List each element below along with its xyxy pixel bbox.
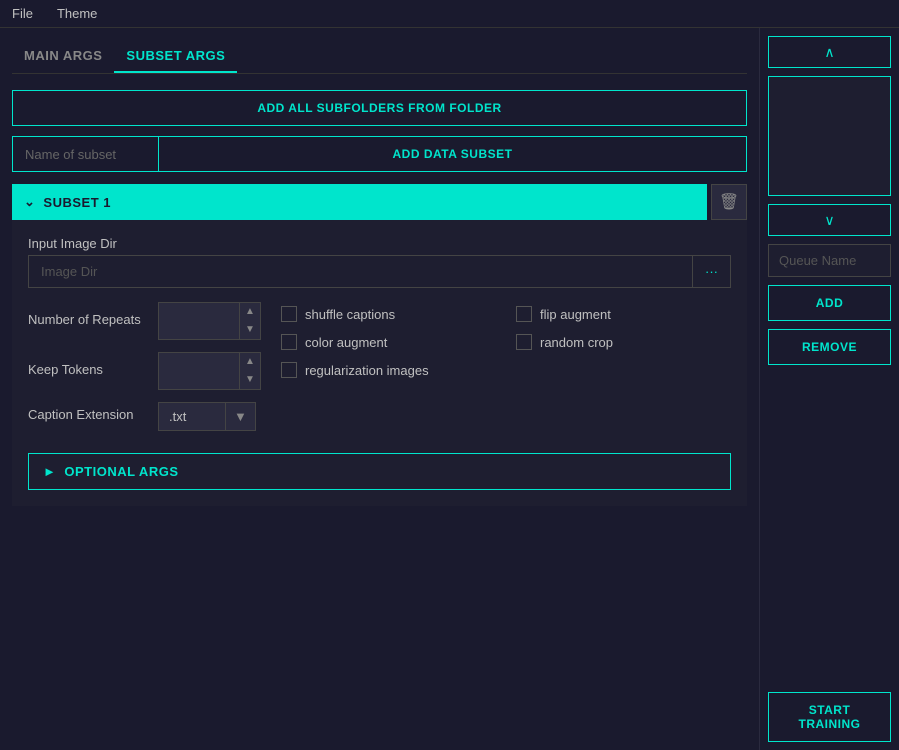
repeats-label: Number of Repeats	[28, 312, 148, 327]
image-dir-field-row: ···	[28, 255, 731, 288]
shuffle-captions-checkbox[interactable]: shuffle captions	[281, 306, 496, 322]
start-training-button[interactable]: START TRAINING	[768, 692, 891, 742]
subset1-body: Input Image Dir ··· Number of Repeats	[12, 220, 747, 506]
random-crop-checkbox[interactable]: random crop	[516, 334, 731, 350]
add-data-subset-button[interactable]: ADD DATA SUBSET	[158, 137, 746, 171]
subset1-container: ⌄ SUBSET 1 🗑 Input Image Dir ···	[12, 184, 747, 506]
spacer	[768, 373, 891, 684]
subset1-chevron-icon: ⌄	[24, 194, 35, 210]
menu-bar: File Theme	[0, 0, 899, 28]
select-arrow-icon: ▼	[225, 403, 255, 430]
trash-icon: 🗑	[719, 192, 739, 212]
repeats-input[interactable]: 1	[159, 303, 239, 339]
keep-tokens-row: Keep Tokens 0 ▲ ▼	[28, 352, 261, 390]
keep-tokens-label: Keep Tokens	[28, 362, 148, 377]
repeats-down-button[interactable]: ▼	[240, 321, 260, 339]
image-dir-row: Input Image Dir ···	[28, 236, 731, 288]
keep-tokens-input[interactable]: 0	[159, 353, 239, 389]
random-crop-box[interactable]	[516, 334, 532, 350]
left-panel: MAIN ARGS SUBSET ARGS ADD ALL SUBFOLDERS…	[0, 28, 759, 750]
right-panel-inner: ∧ ∨ ADD REMOVE START TRAINING	[768, 36, 891, 742]
shuffle-captions-box[interactable]	[281, 306, 297, 322]
fields-left: Number of Repeats 1 ▲ ▼ Keep T	[28, 302, 261, 443]
add-queue-button[interactable]: ADD	[768, 285, 891, 321]
collapse-button[interactable]: ∧	[768, 36, 891, 68]
regularization-images-checkbox[interactable]: regularization images	[281, 362, 496, 378]
repeats-spinners: ▲ ▼	[239, 303, 260, 339]
tab-subset-args[interactable]: SUBSET ARGS	[114, 40, 237, 73]
caption-ext-select-wrapper: .txt .caption ▼	[158, 402, 256, 431]
color-augment-checkbox[interactable]: color augment	[281, 334, 496, 350]
browse-button[interactable]: ···	[692, 256, 730, 287]
add-subset-row: ADD DATA SUBSET	[12, 136, 747, 172]
caption-ext-label: Caption Extension	[28, 407, 148, 422]
shuffle-captions-label: shuffle captions	[305, 307, 395, 322]
subset1-delete-button[interactable]: 🗑	[711, 184, 747, 220]
keep-tokens-spinners: ▲ ▼	[239, 353, 260, 389]
keep-tokens-down-button[interactable]: ▼	[240, 371, 260, 389]
tabs-container: MAIN ARGS SUBSET ARGS	[12, 40, 747, 74]
keep-tokens-input-wrapper: 0 ▲ ▼	[158, 352, 261, 390]
optional-args-label: OPTIONAL ARGS	[64, 464, 178, 479]
repeats-input-wrapper: 1 ▲ ▼	[158, 302, 261, 340]
top-scroll-panel[interactable]	[768, 76, 891, 196]
repeats-up-button[interactable]: ▲	[240, 303, 260, 321]
image-dir-label: Input Image Dir	[28, 236, 731, 251]
color-augment-label: color augment	[305, 335, 387, 350]
random-crop-label: random crop	[540, 335, 613, 350]
subset1-label: SUBSET 1	[43, 195, 111, 210]
file-menu[interactable]: File	[8, 4, 37, 23]
caption-ext-select[interactable]: .txt .caption	[159, 403, 225, 430]
subset1-header-left: ⌄ SUBSET 1	[24, 194, 111, 210]
repeats-row: Number of Repeats 1 ▲ ▼	[28, 302, 261, 340]
main-layout: MAIN ARGS SUBSET ARGS ADD ALL SUBFOLDERS…	[0, 28, 899, 750]
expand-icon: ∨	[824, 212, 834, 229]
right-panel: ∧ ∨ ADD REMOVE START TRAINING	[759, 28, 899, 750]
queue-name-input[interactable]	[768, 244, 891, 277]
keep-tokens-up-button[interactable]: ▲	[240, 353, 260, 371]
flip-augment-box[interactable]	[516, 306, 532, 322]
theme-menu[interactable]: Theme	[53, 4, 101, 23]
regularization-images-label: regularization images	[305, 363, 429, 378]
optional-args-chevron-icon: ►	[43, 464, 56, 479]
tab-main-args[interactable]: MAIN ARGS	[12, 40, 114, 73]
add-all-subfolders-button[interactable]: ADD ALL SUBFOLDERS FROM FOLDER	[12, 90, 747, 126]
expand-button[interactable]: ∨	[768, 204, 891, 236]
flip-augment-label: flip augment	[540, 307, 611, 322]
optional-args-section: ► OPTIONAL ARGS	[28, 453, 731, 490]
checkboxes-section: shuffle captions flip augment color augm…	[281, 302, 731, 378]
image-dir-input[interactable]	[29, 256, 692, 287]
regularization-images-box[interactable]	[281, 362, 297, 378]
subset-name-input[interactable]	[13, 137, 158, 171]
optional-args-header[interactable]: ► OPTIONAL ARGS	[29, 454, 730, 489]
collapse-icon: ∧	[824, 44, 834, 61]
subset1-header[interactable]: ⌄ SUBSET 1	[12, 184, 707, 220]
caption-ext-row: Caption Extension .txt .caption ▼	[28, 402, 261, 431]
flip-augment-checkbox[interactable]: flip augment	[516, 306, 731, 322]
remove-queue-button[interactable]: REMOVE	[768, 329, 891, 365]
color-augment-box[interactable]	[281, 334, 297, 350]
